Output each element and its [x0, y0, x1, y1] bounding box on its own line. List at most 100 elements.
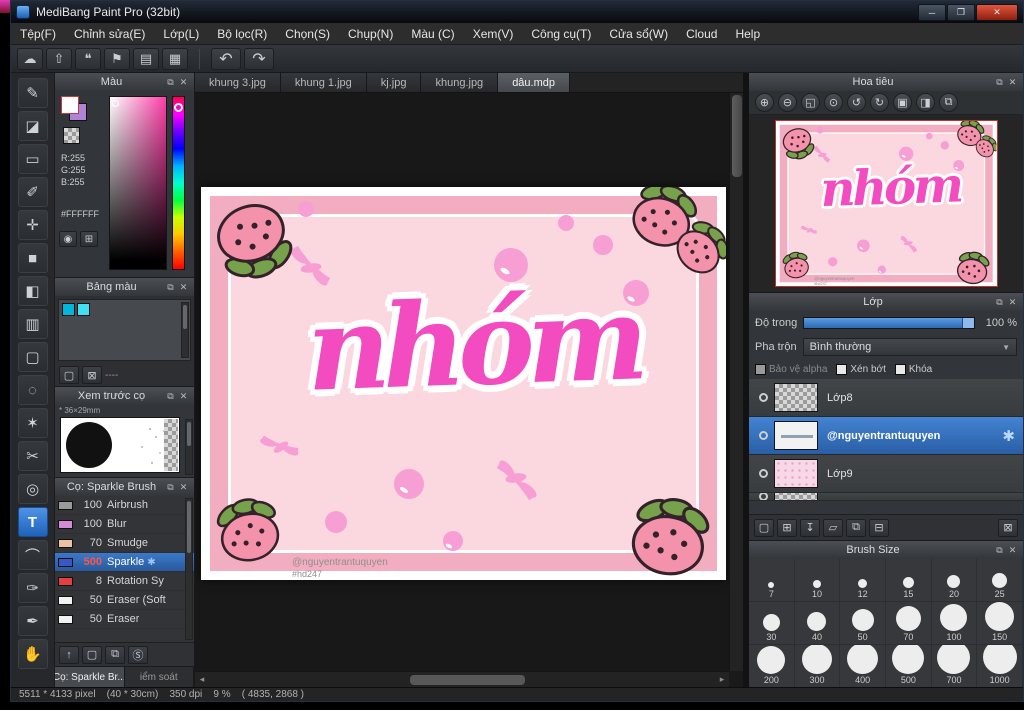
brush-size-option[interactable]: 7 — [749, 559, 795, 602]
close-panel-icon[interactable]: ✕ — [177, 482, 190, 493]
protect-alpha-checkbox[interactable]: Bảo vệ alpha — [755, 363, 827, 375]
tool-gradient[interactable]: ▥ — [17, 309, 48, 339]
scroll-left-arrow[interactable]: ◂ — [195, 672, 209, 687]
brush-size-option[interactable]: 300 — [795, 645, 841, 687]
layer-row-lop9[interactable]: Lớp9 — [749, 455, 1023, 493]
layer-row-watermark-selected[interactable]: @nguyentrantuquyen ✱ — [749, 417, 1023, 455]
merge-layer-button[interactable]: ⊟ — [869, 518, 889, 537]
brush-size-option[interactable]: 30 — [749, 602, 795, 645]
palette-swatch[interactable] — [62, 303, 75, 316]
brush-size-option[interactable]: 15 — [886, 559, 932, 602]
float-panel-icon[interactable]: ⧉ — [993, 77, 1006, 88]
menu-edit[interactable]: Chỉnh sửa(E) — [65, 23, 154, 44]
add-layer-button[interactable]: ⊞ — [777, 518, 797, 537]
zoom-in-icon[interactable]: ⊕ — [755, 93, 774, 112]
float-panel-icon[interactable]: ⧉ — [164, 282, 177, 293]
artwork-canvas[interactable]: nhóm @nguyentrantuquyen #hd247 — [775, 121, 996, 286]
redo-button[interactable]: ↷ — [244, 47, 274, 70]
layer-row-lop8[interactable]: Lớp8 — [749, 379, 1023, 417]
material-icon[interactable]: ⚑ — [104, 47, 130, 70]
tool-rect-select[interactable]: ▭ — [17, 144, 48, 174]
brush-size-option[interactable]: 400 — [840, 645, 886, 687]
navigator-view[interactable]: nhóm @nguyentrantuquyen #hd247 — [749, 115, 1023, 292]
rotate-cw-icon[interactable]: ↻ — [870, 93, 889, 112]
blend-mode-select[interactable]: Bình thường ▼ — [802, 338, 1017, 356]
float-panel-icon[interactable]: ⧉ — [164, 482, 177, 493]
clipping-checkbox[interactable]: Xén bớt — [836, 363, 886, 375]
vertical-scrollbar[interactable] — [729, 93, 743, 671]
layout-grid-icon[interactable]: ▦ — [162, 47, 188, 70]
menu-snap[interactable]: Chụp(N) — [339, 23, 402, 44]
tool-divide[interactable]: ◎ — [17, 474, 48, 504]
doc-tab-khung3[interactable]: khung 3.jpg — [195, 73, 281, 92]
vertical-scroll-thumb[interactable] — [732, 95, 742, 177]
comment-icon[interactable]: ❝ — [75, 47, 101, 70]
delete-color-button[interactable]: ⊠ — [82, 366, 102, 384]
float-panel-icon[interactable]: ⧉ — [993, 545, 1006, 556]
brush-size-option[interactable]: 20 — [931, 559, 978, 602]
close-panel-icon[interactable]: ✕ — [177, 282, 190, 293]
tool-shape-fill[interactable]: ■ — [17, 243, 48, 273]
close-panel-icon[interactable]: ✕ — [1006, 545, 1019, 556]
sv-marker[interactable] — [112, 100, 119, 107]
float-panel-icon[interactable]: ⧉ — [164, 77, 177, 88]
canvas-viewport[interactable]: nhóm @nguyentrantuquyen #hd247 — [195, 93, 729, 671]
hue-slider[interactable] — [172, 96, 185, 270]
brush-item-sparkle[interactable]: 500 Sparkle ✱ — [55, 553, 194, 572]
foreground-color-swatch[interactable] — [61, 96, 79, 114]
brush-size-option[interactable]: 25 — [977, 559, 1023, 602]
layer-visibility-icon[interactable] — [759, 431, 768, 440]
brush-size-option[interactable]: 40 — [794, 602, 841, 645]
menu-file[interactable]: Tệp(F) — [11, 23, 65, 44]
zoom-100-icon[interactable]: ⊙ — [824, 93, 843, 112]
undo-button[interactable]: ↶ — [211, 47, 241, 70]
menu-help[interactable]: Help — [726, 23, 769, 44]
tool-eyedropper[interactable]: ✑ — [17, 573, 48, 603]
tool-eraser[interactable]: ◪ — [17, 111, 48, 141]
brush-size-option[interactable]: 200 — [749, 645, 795, 687]
brush-item-rotation[interactable]: 8 Rotation Sy — [55, 572, 194, 591]
tool-text[interactable]: T — [17, 507, 48, 537]
brush-item-airbrush[interactable]: 100 Airbrush — [55, 496, 194, 515]
brush-size-option[interactable]: 12 — [840, 559, 886, 602]
menu-filter[interactable]: Bộ lọc(R) — [208, 23, 276, 44]
new-folder-button[interactable]: ▱ — [823, 518, 843, 537]
horizontal-scroll-thumb[interactable] — [410, 675, 525, 685]
close-panel-icon[interactable]: ✕ — [177, 391, 190, 402]
brush-size-option[interactable]: 70 — [886, 602, 932, 645]
tool-curve[interactable]: ⌒ — [17, 540, 48, 570]
add-color-button[interactable]: ▢ — [59, 366, 79, 384]
copy-view-icon[interactable]: ⧉ — [939, 93, 958, 112]
brush-size-option[interactable]: 100 — [931, 602, 978, 645]
transparent-swatch[interactable] — [63, 127, 80, 144]
zoom-out-icon[interactable]: ⊖ — [778, 93, 797, 112]
doc-tab-dau-active[interactable]: dâu.mdp — [498, 73, 570, 92]
cloud-icon[interactable]: ☁ — [17, 47, 43, 70]
layer-visibility-icon[interactable] — [759, 393, 768, 402]
tool-scissors[interactable]: ✂ — [17, 441, 48, 471]
layer-down-button[interactable]: ↧ — [800, 518, 820, 537]
brush-item-eraser-soft[interactable]: 50 Eraser (Soft — [55, 591, 194, 610]
flip-icon[interactable]: ◨ — [916, 93, 935, 112]
menu-color[interactable]: Màu (C) — [402, 23, 463, 44]
new-brush-button[interactable]: ▢ — [82, 645, 102, 664]
navigator-thumbnail[interactable]: nhóm @nguyentrantuquyen #hd247 — [774, 120, 998, 287]
tool-move[interactable]: ✛ — [17, 210, 48, 240]
upload-brush-button[interactable]: ↑ — [59, 645, 79, 664]
brush-size-option[interactable]: 1000 — [977, 645, 1023, 687]
tool-brush[interactable]: ✎ — [17, 78, 48, 108]
maximize-button[interactable]: ❐ — [947, 4, 975, 21]
color-wheel-icon[interactable]: ◉ — [59, 231, 77, 247]
float-panel-icon[interactable]: ⧉ — [993, 297, 1006, 308]
tool-bucket[interactable]: ◧ — [17, 276, 48, 306]
artwork-canvas[interactable]: nhóm @nguyentrantuquyen #hd247 — [201, 187, 726, 580]
duplicate-layer-button[interactable]: ⧉ — [846, 518, 866, 537]
brush-item-blur[interactable]: 100 Blur — [55, 515, 194, 534]
upload-icon[interactable]: ⇧ — [46, 47, 72, 70]
layer-visibility-icon[interactable] — [759, 469, 768, 478]
tool-hand[interactable]: ✋ — [17, 639, 48, 669]
palette-swatches-area[interactable] — [58, 299, 191, 361]
brush-size-option[interactable]: 50 — [840, 602, 886, 645]
new-layer-button[interactable]: ▢ — [754, 518, 774, 537]
brush-item-smudge[interactable]: 70 Smudge — [55, 534, 194, 553]
